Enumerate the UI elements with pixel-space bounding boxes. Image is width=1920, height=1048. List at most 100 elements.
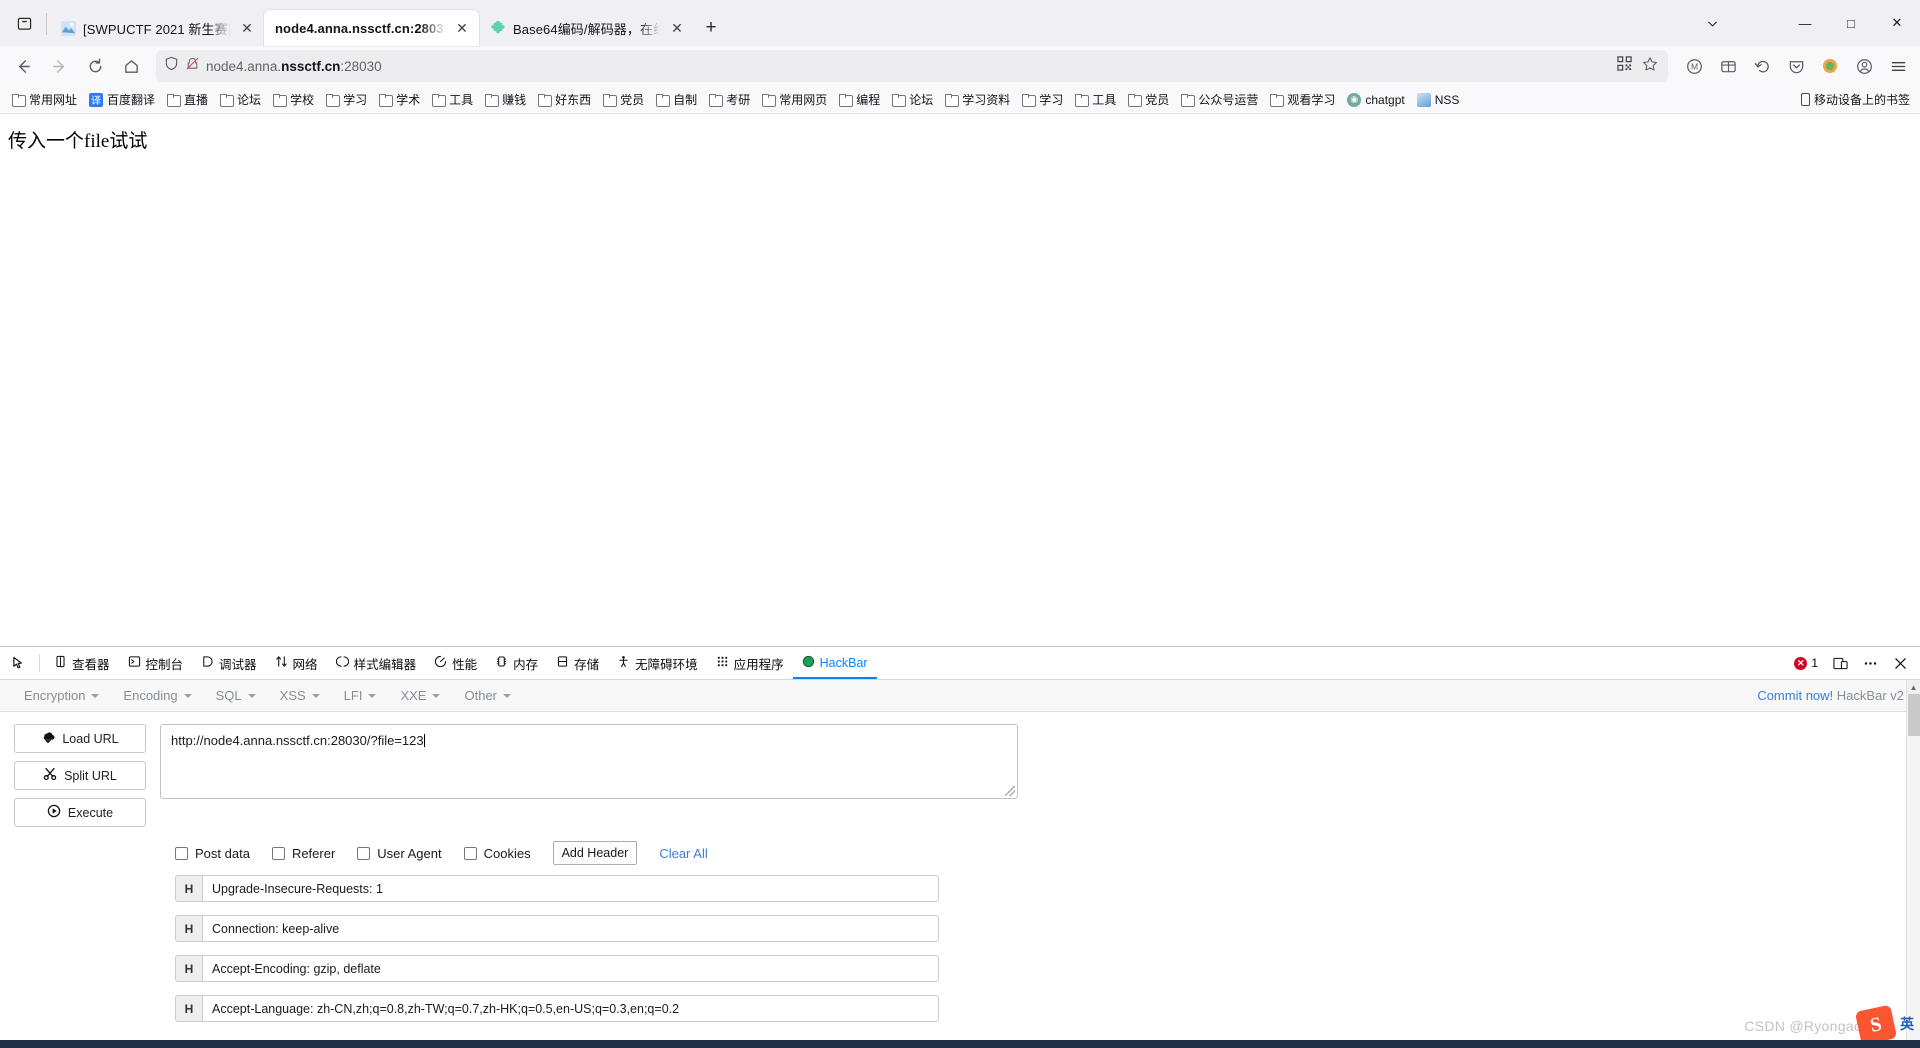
- maximize-button[interactable]: □: [1828, 0, 1874, 46]
- shield-icon[interactable]: [164, 56, 179, 76]
- referer-checkbox[interactable]: Referer: [271, 846, 335, 861]
- devtools-tab-performance[interactable]: 性能: [425, 648, 486, 679]
- user-agent-checkbox[interactable]: User Agent: [357, 846, 442, 861]
- load-url-button[interactable]: Load URL: [14, 724, 146, 753]
- menu-xss[interactable]: XSS: [268, 688, 332, 703]
- bookmark-item[interactable]: 观看学习: [1264, 91, 1341, 109]
- bookmark-item[interactable]: 党员: [597, 91, 650, 109]
- browser-tab-3[interactable]: Base64编码/解码器，在线解码 ✕: [479, 10, 694, 46]
- node-picker-icon[interactable]: [4, 648, 34, 678]
- menu-encryption[interactable]: Encryption: [12, 688, 111, 703]
- split-url-button[interactable]: Split URL: [14, 761, 146, 790]
- undo-icon[interactable]: [1746, 50, 1778, 82]
- devtools-tab-style-editor[interactable]: 样式编辑器: [327, 648, 426, 679]
- bookmark-item[interactable]: 好东西: [532, 91, 597, 109]
- scrollbar-thumb[interactable]: [1908, 694, 1920, 736]
- bookmark-item[interactable]: 学习资料: [939, 91, 1016, 109]
- tab-label: 样式编辑器: [353, 657, 417, 672]
- bookmark-item[interactable]: 直播: [161, 91, 214, 109]
- header-row[interactable]: H Connection: keep-alive: [175, 915, 939, 942]
- add-header-button[interactable]: Add Header: [552, 841, 638, 865]
- close-icon[interactable]: [1886, 649, 1914, 677]
- home-button[interactable]: [114, 50, 148, 82]
- extension-icon[interactable]: [1814, 50, 1846, 82]
- bookmark-item[interactable]: 自制: [650, 91, 703, 109]
- commit-now-link[interactable]: Commit now!: [1757, 688, 1833, 703]
- meatball-menu-icon[interactable]: [1856, 649, 1884, 677]
- bookmark-item[interactable]: ◉ chatgpt: [1341, 90, 1410, 110]
- bookmark-item[interactable]: 考研: [703, 91, 756, 109]
- close-icon[interactable]: ✕: [453, 19, 471, 37]
- post-data-checkbox[interactable]: Post data: [175, 846, 250, 861]
- devtools-tab-memory[interactable]: 内存: [486, 648, 547, 679]
- bookmark-item[interactable]: 工具: [1069, 91, 1122, 109]
- error-count-badge[interactable]: ✕ 1: [1788, 656, 1824, 670]
- devtools-tab-network[interactable]: 网络: [266, 648, 327, 679]
- profile-icon[interactable]: [1848, 50, 1880, 82]
- url-input[interactable]: http://node4.anna.nssctf.cn:28030/?file=…: [160, 724, 1018, 799]
- bookmark-item[interactable]: 常用网页: [756, 91, 833, 109]
- qr-code-icon[interactable]: [1617, 56, 1632, 76]
- hamburger-menu-icon[interactable]: [1882, 50, 1914, 82]
- header-value-input[interactable]: Connection: keep-alive: [202, 915, 939, 942]
- tracker-blocked-icon[interactable]: [185, 56, 200, 76]
- close-window-button[interactable]: ✕: [1874, 0, 1920, 46]
- devtools-tab-application[interactable]: 应用程序: [707, 648, 793, 679]
- list-all-tabs-icon[interactable]: [1692, 0, 1732, 46]
- close-icon[interactable]: ✕: [238, 19, 256, 37]
- header-row[interactable]: H Accept-Language: zh-CN,zh;q=0.8,zh-TW;…: [175, 995, 939, 1022]
- devtools-tab-storage[interactable]: 存储: [547, 648, 608, 679]
- bookmark-item[interactable]: 常用网址: [6, 91, 83, 109]
- bookmark-item[interactable]: 学习: [1016, 91, 1069, 109]
- address-bar[interactable]: node4.anna.nssctf.cn:28030: [156, 50, 1668, 82]
- menu-encoding[interactable]: Encoding: [111, 688, 203, 703]
- browser-tab-1[interactable]: [SWPUCTF 2021 新生赛]includ ✕: [49, 10, 264, 46]
- bookmark-item[interactable]: 党员: [1122, 91, 1175, 109]
- bookmark-item[interactable]: 论坛: [886, 91, 939, 109]
- header-value-input[interactable]: Accept-Language: zh-CN,zh;q=0.8,zh-TW;q=…: [202, 995, 939, 1022]
- bookmark-item[interactable]: 公众号运营: [1175, 91, 1264, 109]
- header-value-input[interactable]: Accept-Encoding: gzip, deflate: [202, 955, 939, 982]
- bookmark-item[interactable]: 学校: [267, 91, 320, 109]
- clear-all-link[interactable]: Clear All: [659, 846, 707, 861]
- tab-list-button[interactable]: [4, 0, 44, 46]
- bookmark-item[interactable]: 编程: [833, 91, 886, 109]
- menu-other[interactable]: Other: [452, 688, 523, 703]
- bookmark-item[interactable]: 学习: [320, 91, 373, 109]
- minimize-button[interactable]: —: [1782, 0, 1828, 46]
- account-icon[interactable]: M: [1678, 50, 1710, 82]
- hackbar-scrollbar[interactable]: ▲: [1906, 680, 1920, 1048]
- bookmark-item[interactable]: 译百度翻译: [83, 90, 161, 110]
- execute-button[interactable]: Execute: [14, 798, 146, 827]
- star-icon[interactable]: [1642, 56, 1658, 77]
- container-tabs-icon[interactable]: [1712, 50, 1744, 82]
- header-value-input[interactable]: Upgrade-Insecure-Requests: 1: [202, 875, 939, 902]
- header-row[interactable]: H Upgrade-Insecure-Requests: 1: [175, 875, 939, 902]
- bookmark-item[interactable]: NSS: [1411, 90, 1466, 110]
- responsive-design-icon[interactable]: [1826, 649, 1854, 677]
- menu-sql[interactable]: SQL: [204, 688, 268, 703]
- menu-xxe[interactable]: XXE: [388, 688, 452, 703]
- bookmark-item[interactable]: 赚钱: [479, 91, 532, 109]
- bookmark-item[interactable]: 工具: [426, 91, 479, 109]
- close-icon[interactable]: ✕: [668, 19, 686, 37]
- new-tab-button[interactable]: +: [694, 11, 728, 45]
- cookies-checkbox[interactable]: Cookies: [463, 846, 531, 861]
- resize-handle[interactable]: [1005, 786, 1015, 796]
- forward-button[interactable]: [42, 50, 76, 82]
- devtools-tab-accessibility[interactable]: 无障碍环境: [608, 648, 707, 679]
- save-to-pocket-icon[interactable]: [1780, 50, 1812, 82]
- bookmark-item[interactable]: 学术: [373, 91, 426, 109]
- header-row[interactable]: H Accept-Encoding: gzip, deflate: [175, 955, 939, 982]
- browser-tab-2[interactable]: node4.anna.nssctf.cn:28030/ ✕: [264, 10, 479, 46]
- bookmark-item[interactable]: 论坛: [214, 91, 267, 109]
- scroll-up-icon[interactable]: ▲: [1907, 680, 1920, 694]
- devtools-tab-debugger[interactable]: 调试器: [192, 648, 266, 679]
- reload-button[interactable]: [78, 50, 112, 82]
- devtools-tab-hackbar[interactable]: HackBar: [792, 648, 877, 679]
- devtools-tab-inspector[interactable]: 查看器: [45, 648, 119, 679]
- back-button[interactable]: [6, 50, 40, 82]
- menu-lfi[interactable]: LFI: [332, 688, 389, 703]
- mobile-bookmarks-item[interactable]: 移动设备上的书签: [1795, 90, 1914, 109]
- devtools-tab-console[interactable]: 控制台: [119, 648, 193, 679]
